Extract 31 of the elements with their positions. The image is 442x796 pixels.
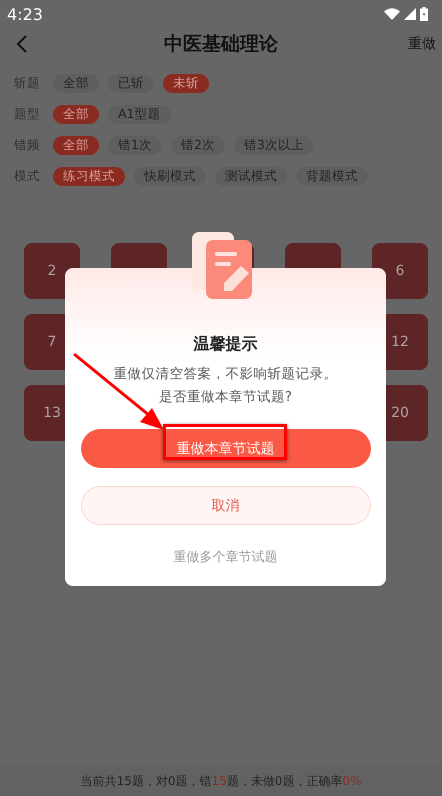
filter-chip[interactable]: A1型题 [108,105,171,124]
filter-chip[interactable]: 全部 [53,105,99,124]
dialog-title: 温馨提示 [194,334,258,355]
filter-label: 错频 [14,137,41,154]
dialog-message: 重做仅清空答案，不影响斩题记录。 [114,365,338,384]
filter-chip[interactable]: 全部 [53,136,99,155]
battery-icon [420,7,428,21]
filter-chip[interactable]: 背题模式 [296,167,368,186]
filter-chip[interactable]: 练习模式 [53,167,125,186]
filter-chip[interactable]: 未斩 [163,74,209,93]
filter-chip[interactable]: 快刷模式 [134,167,206,186]
cancel-button[interactable]: 取消 [80,486,370,525]
page-title: 中医基础理论 [164,33,278,55]
filter-label: 斩题 [14,75,41,92]
back-button[interactable] [16,34,28,54]
filter-chip[interactable]: 全部 [53,74,99,93]
filter-chip[interactable]: 错2次 [170,136,225,155]
redo-button[interactable]: 重做 [408,35,436,53]
filter-chip[interactable]: 已斩 [108,74,154,93]
filter-label: 题型 [14,106,41,123]
summary-text: 当前共15题，对0题，错15题，未做0题，正确率0% [80,772,362,790]
filter-label: 模式 [14,168,41,185]
redo-chapter-button[interactable]: 重做本章节试题 [80,429,370,468]
wifi-icon [384,8,400,20]
redo-multiple-link[interactable]: 重做多个章节试题 [168,547,284,567]
filter-chip[interactable]: 错1次 [108,136,162,155]
signal-icon [404,8,416,20]
filter-chip[interactable]: 错3次以上 [234,136,314,155]
status-time: 4:23 [7,4,43,24]
filter-chip[interactable]: 测试模式 [215,167,287,186]
dialog-message: 是否重做本章节试题? [158,388,294,407]
